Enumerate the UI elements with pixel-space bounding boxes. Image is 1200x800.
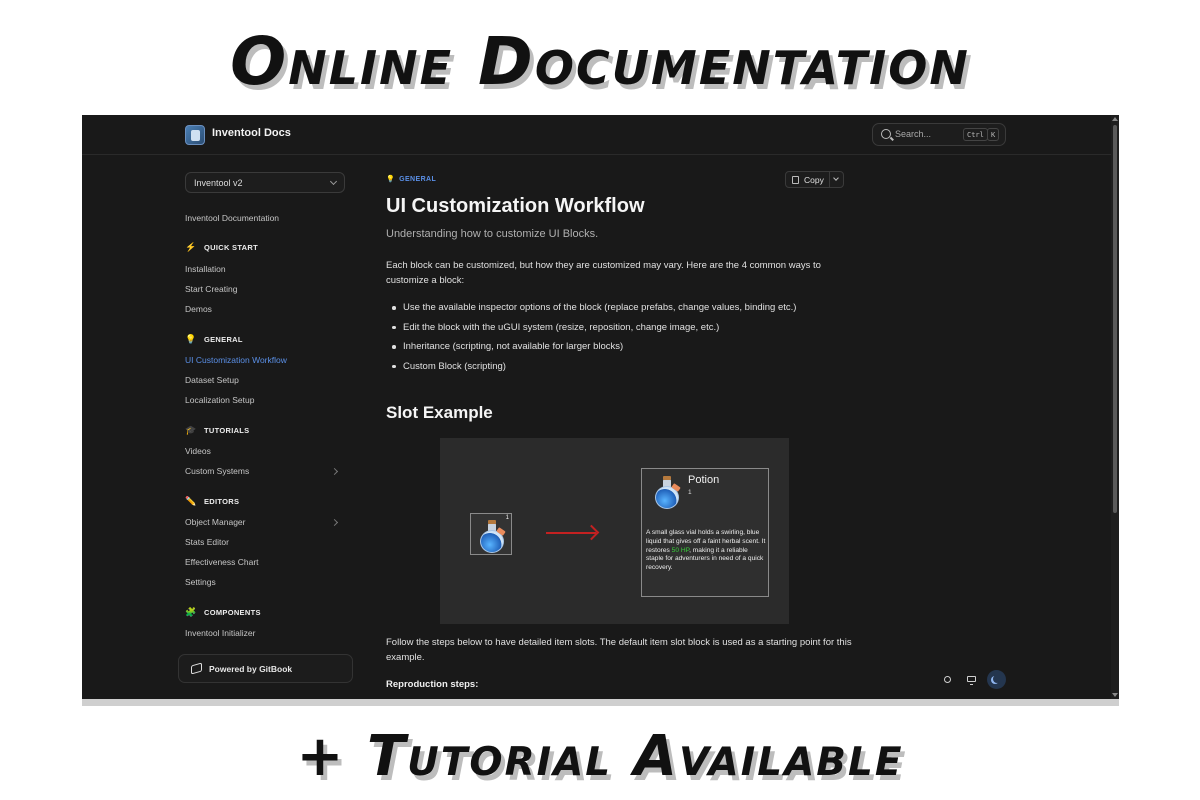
potion-icon (479, 520, 506, 553)
version-label: Inventool v2 (194, 178, 243, 188)
potion-icon (654, 476, 681, 509)
copy-divider (829, 172, 830, 187)
theme-light-button[interactable] (938, 670, 957, 689)
chevron-down-icon[interactable] (833, 175, 839, 181)
sidebar-item-installation[interactable]: Installation (185, 264, 226, 274)
chevron-right-icon[interactable] (330, 467, 339, 476)
item-slot: 1 (470, 513, 512, 555)
hp-highlight: 50 HP (671, 546, 690, 554)
sidebar-item-effectiveness-chart[interactable]: Effectiveness Chart (185, 557, 259, 567)
logo-icon[interactable] (185, 125, 205, 145)
banner-tagline: + Tutorial Available (296, 724, 904, 789)
item-count: 1 (688, 489, 692, 496)
sidebar-item-localization-setup[interactable]: Localization Setup (185, 395, 254, 405)
slot-example-image: 1 Potion 1 A small glass vial holds a sw… (440, 438, 789, 624)
version-select[interactable]: Inventool v2 (185, 172, 345, 193)
reproduction-heading: Reproduction steps: (386, 679, 479, 690)
shortcut-k-key: K (987, 128, 1000, 141)
search-box[interactable]: Search... Ctrl K (872, 123, 1006, 146)
sun-icon (944, 676, 951, 683)
powered-by-label: Powered by GitBook (209, 664, 293, 674)
scrollbar[interactable] (1111, 115, 1119, 699)
powered-by-gitbook[interactable]: Powered by GitBook (178, 654, 353, 683)
section-components: 🧩 COMPONENTS (185, 607, 261, 617)
lightbulb-icon: 💡 (185, 334, 197, 344)
chevron-down-icon (329, 177, 338, 186)
theme-dark-button[interactable] (987, 670, 1006, 689)
pencil-icon: ✏️ (185, 496, 197, 506)
lightning-icon: ⚡ (185, 242, 197, 252)
breadcrumb[interactable]: 💡 GENERAL (386, 175, 436, 183)
sidebar-item-start-creating[interactable]: Start Creating (185, 284, 237, 294)
section-tutorials: 🎓 TUTORIALS (185, 425, 250, 435)
monitor-icon (967, 676, 976, 685)
slot-count: 1 (505, 515, 509, 521)
sidebar-item-stats-editor[interactable]: Stats Editor (185, 537, 229, 547)
list-item: Custom Block (scripting) (386, 359, 856, 379)
scroll-thumb[interactable] (1113, 125, 1117, 513)
arrow-right-icon (546, 524, 600, 541)
top-bar: Inventool Docs Search... Ctrl K (82, 115, 1119, 155)
screenshot-shadow (82, 699, 1119, 706)
section-editors: ✏️ EDITORS (185, 496, 240, 506)
theme-system-button[interactable] (962, 670, 981, 689)
sidebar-item-dataset-setup[interactable]: Dataset Setup (185, 375, 239, 385)
sidebar-item-videos[interactable]: Videos (185, 446, 211, 456)
sidebar-item-settings[interactable]: Settings (185, 577, 216, 587)
sidebar-item-ui-customization[interactable]: UI Customization Workflow (185, 355, 287, 365)
section-quick-start: ⚡ QUICK START (185, 242, 258, 252)
chevron-right-icon[interactable] (330, 518, 339, 527)
puzzle-icon: 🧩 (185, 607, 197, 617)
item-tooltip: Potion 1 A small glass vial holds a swir… (641, 468, 769, 597)
sidebar-item-inventool-initializer[interactable]: Inventool Initializer (185, 628, 255, 638)
sidebar: Inventool v2 Inventool Documentation ⚡ QU… (82, 156, 362, 699)
sidebar-item-custom-systems[interactable]: Custom Systems (185, 466, 249, 476)
page-title: UI Customization Workflow (386, 195, 645, 217)
item-name: Potion (688, 474, 720, 486)
search-placeholder: Search... (895, 129, 932, 139)
list-item: Inheritance (scripting, not available fo… (386, 339, 856, 359)
section-general: 💡 GENERAL (185, 334, 243, 344)
customization-list: Use the available inspector options of t… (386, 300, 856, 378)
copy-icon (792, 176, 799, 184)
gitbook-icon (191, 662, 202, 675)
copy-button[interactable]: Copy (785, 171, 844, 188)
sidebar-item-demos[interactable]: Demos (185, 304, 212, 314)
banner-title: Online Documentation (230, 23, 970, 100)
copy-label: Copy (804, 175, 824, 185)
intro-paragraph: Each block can be customized, but how th… (386, 260, 821, 286)
search-icon (881, 129, 891, 139)
sidebar-item-documentation[interactable]: Inventool Documentation (185, 213, 279, 223)
page-subtitle: Understanding how to customize UI Blocks… (386, 228, 599, 240)
docs-screenshot: Inventool Docs Search... Ctrl K Inventoo… (82, 115, 1119, 699)
follow-paragraph: Follow the steps below to have detailed … (386, 637, 852, 663)
graduation-cap-icon: 🎓 (185, 425, 197, 435)
scroll-down-icon[interactable] (1112, 693, 1118, 697)
list-item: Edit the block with the uGUI system (res… (386, 320, 856, 340)
section-heading[interactable]: Slot Example (386, 403, 493, 423)
sidebar-item-object-manager[interactable]: Object Manager (185, 517, 245, 527)
scroll-up-icon[interactable] (1112, 117, 1118, 121)
site-title[interactable]: Inventool Docs (212, 127, 291, 139)
shortcut-ctrl-key: Ctrl (963, 128, 988, 141)
list-item: Use the available inspector options of t… (386, 300, 856, 320)
lightbulb-icon: 💡 (386, 176, 396, 183)
moon-icon (993, 675, 1001, 683)
item-description: A small glass vial holds a swirling, blu… (646, 529, 766, 572)
